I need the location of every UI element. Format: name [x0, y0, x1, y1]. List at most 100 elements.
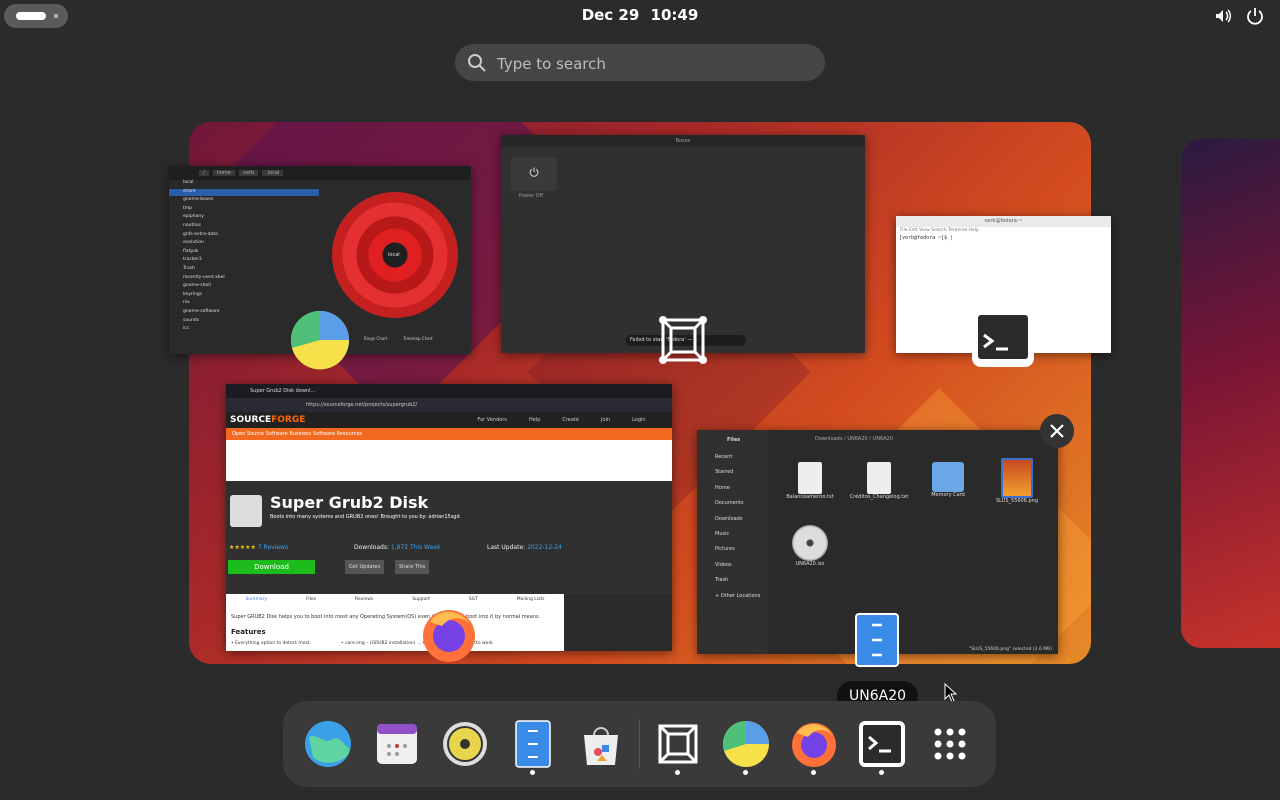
system-tray[interactable]: [1214, 7, 1264, 25]
folder-icon: [932, 462, 964, 492]
path-segment: home: [212, 170, 235, 176]
list-item: local: [169, 180, 319, 189]
project-tab: Files: [306, 597, 316, 602]
treemap-chart-button: Treemap Chart: [403, 336, 433, 341]
sf-nav-link: Create: [562, 417, 579, 423]
dash-app-disk-usage-analyzer[interactable]: [721, 719, 771, 769]
sidebar-item: Downloads: [715, 515, 743, 522]
list-item: recently-used.xbel: [169, 275, 319, 284]
project-subtitle: Boots into many systems and GRUB2 ones! …: [270, 514, 460, 520]
project-title: Super Grub2 Disk: [270, 493, 429, 512]
list-item: tracker3: [169, 257, 319, 266]
dash-separator: [639, 719, 640, 769]
sidebar-item: Recent: [715, 454, 733, 460]
list-item: keyrings: [169, 292, 319, 301]
project-stats: ★★★★★ 7 Reviews Downloads: 1,872 This We…: [229, 544, 669, 551]
list-item: epiphany: [169, 214, 319, 223]
sidebar-item: Trash: [715, 577, 729, 584]
window-title: verb@fedora:~: [896, 216, 1111, 227]
terminal-menubar: File Edit View Search Terminal Help: [900, 228, 979, 233]
rings-chart-button: Rings Chart: [364, 336, 388, 341]
power-tile: [511, 157, 557, 191]
project-tab: Support: [412, 597, 430, 602]
ring-center-label: local: [388, 252, 400, 258]
files-title: Files: [727, 437, 741, 443]
list-item: evolution: [169, 240, 319, 249]
terminal-prompt: [verb@fedora ~]$ |: [899, 235, 954, 241]
file-item: UN6A20.iso: [780, 525, 840, 567]
project-tab: Reviews: [354, 597, 374, 602]
dash: [283, 701, 996, 787]
close-window-button[interactable]: [1040, 414, 1074, 448]
list-item: nix: [169, 300, 319, 309]
path-segment: .local: [262, 170, 284, 176]
power-icon: [529, 167, 539, 177]
search-input[interactable]: [495, 44, 809, 83]
path-segment: /: [199, 170, 209, 176]
breadcrumb: Downloads / UN6A20 / UN6A20: [815, 436, 893, 442]
pathbar: / home verb .local: [169, 166, 471, 180]
close-icon: [1050, 424, 1064, 438]
project-header: Super Grub2 Disk Boots into many systems…: [226, 481, 672, 601]
sourceforge-header: SOURCEFORGE For Vendors Help Create Join…: [226, 412, 672, 428]
sf-nav-link: Help: [528, 417, 541, 423]
text-file-icon: [798, 462, 822, 494]
download-button: Download: [228, 560, 315, 574]
mouse-cursor-icon: [944, 683, 958, 703]
running-indicator: [743, 770, 748, 775]
dash-app-files[interactable]: [508, 719, 558, 769]
power-label: Power Off: [519, 193, 544, 199]
last-update-stat: Last Update: 2022-12-24: [487, 544, 562, 551]
files-icon: [855, 613, 899, 667]
firefox-icon: [423, 610, 475, 662]
window-title: Boxes: [501, 135, 865, 147]
workspace-next[interactable]: [1181, 139, 1280, 648]
dash-app-calendar[interactable]: [372, 719, 422, 769]
clock-time: 10:49: [650, 6, 699, 24]
ad-space: [226, 440, 672, 481]
list-item: nautilus: [169, 223, 319, 232]
boxes-icon: [659, 316, 707, 364]
file-item: Memory Card: [918, 462, 978, 498]
list-item: Trash: [169, 266, 319, 275]
sf-nav-link: Join: [601, 417, 611, 423]
running-indicator: [530, 770, 535, 775]
path-segment: verb: [238, 170, 259, 176]
top-bar: Dec 29 10:49: [0, 0, 1280, 32]
chart-switcher: Rings Chart Treemap Chart: [364, 336, 433, 341]
dash-app-firefox[interactable]: [789, 719, 839, 769]
list-item: gnfs-extra-data: [169, 232, 319, 241]
dash-app-boxes[interactable]: [653, 719, 703, 769]
dash-app-web-browser[interactable]: [303, 719, 353, 769]
list-item: share: [169, 188, 319, 198]
dash-app-software[interactable]: [576, 719, 626, 769]
power-icon[interactable]: [1246, 7, 1264, 25]
dash-show-applications-icon[interactable]: [925, 719, 975, 769]
search-entry[interactable]: [455, 44, 825, 83]
sidebar-item: Starred: [715, 469, 734, 476]
clock[interactable]: Dec 29 10:49: [0, 6, 1280, 24]
sf-nav-link: For Vendors: [477, 417, 507, 423]
project-tab: SGT: [468, 597, 478, 602]
search-icon: [468, 54, 486, 72]
project-tab: Summary: [245, 597, 268, 602]
list-item: gnome-boxes: [169, 197, 319, 206]
status-bar: "SLUS_55606.png" selected (2.6 MB): [969, 647, 1052, 652]
sf-nav-link: Login: [632, 417, 646, 423]
project-logo: [230, 495, 262, 527]
list-item: gnome-shell: [169, 283, 319, 292]
dash-app-terminal[interactable]: [857, 719, 907, 769]
browser-tab: Super Grub2 Disk downl...: [226, 384, 672, 398]
project-tabs: Summary Files Reviews Support SGT Mailin…: [226, 594, 564, 605]
dash-app-rhythmbox[interactable]: [440, 719, 490, 769]
sidebar-item: Music: [715, 530, 730, 537]
features-heading: Features: [231, 628, 266, 636]
volume-icon[interactable]: [1214, 7, 1232, 25]
sidebar-item: Home: [715, 484, 730, 491]
sf-subnav: Open Source Software Business Software R…: [226, 428, 672, 440]
file-item: Créditos_Changelog.txt: [849, 462, 909, 500]
reviews-link: 7 Reviews: [257, 544, 289, 551]
running-indicator: [811, 770, 816, 775]
text-file-icon: [867, 462, 891, 494]
disk-usage-analyzer-icon: [290, 310, 350, 370]
